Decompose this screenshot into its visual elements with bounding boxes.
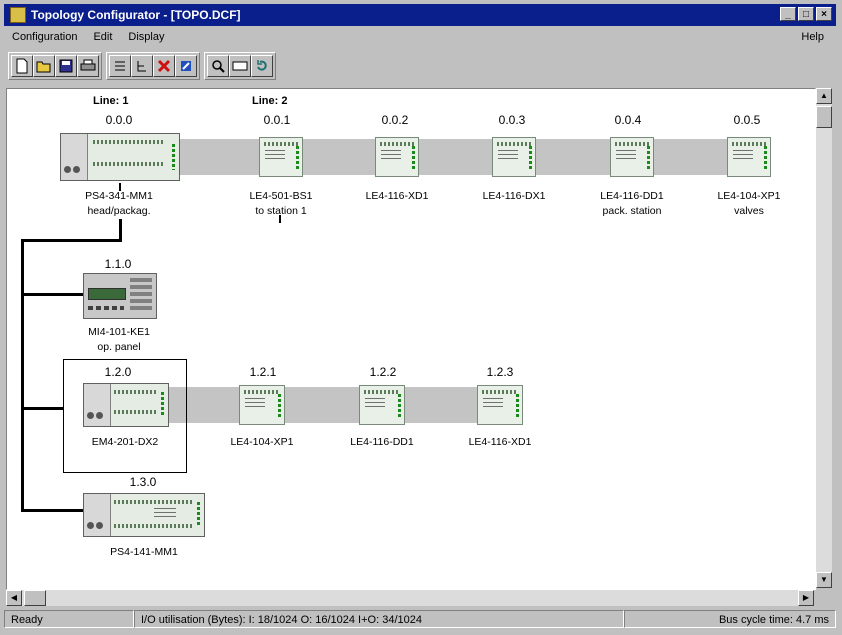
- menu-configuration[interactable]: Configuration: [4, 31, 85, 43]
- connector-marker: [119, 183, 121, 191]
- station-module-ps4-341[interactable]: [60, 133, 180, 181]
- bus-wire: [21, 239, 122, 242]
- refresh-icon[interactable]: [251, 55, 273, 77]
- station-address: 0.0.1: [263, 113, 291, 127]
- maximize-button[interactable]: □: [798, 7, 814, 21]
- station-module-ps4-141[interactable]: [83, 493, 205, 537]
- station-description: pack. station: [602, 205, 662, 217]
- station-description: to station 1: [255, 205, 307, 217]
- station-name: LE4-104-XP1: [717, 190, 781, 202]
- station-description: op. panel: [97, 341, 141, 353]
- station-name: PS4-341-MM1: [85, 190, 153, 202]
- station-module-le4-104-xp1[interactable]: [727, 137, 771, 177]
- new-icon[interactable]: [11, 55, 33, 77]
- station-address: 1.1.0: [104, 257, 132, 271]
- topology-configurator-window: Topology Configurator - [TOPO.DCF] _ □ ×…: [0, 0, 842, 635]
- scroll-up-button[interactable]: ▲: [816, 88, 832, 104]
- scroll-thumb-horizontal[interactable]: [24, 590, 46, 606]
- status-bus-cycle-time: Bus cycle time: 4.7 ms: [624, 610, 836, 628]
- toolbar-group-edit: [106, 52, 200, 80]
- station-address: 0.0.0: [105, 113, 133, 127]
- zoom-icon[interactable]: [207, 55, 229, 77]
- station-name: LE4-116-DD1: [600, 190, 664, 202]
- menu-bar: Configuration Edit Display Help: [4, 28, 836, 46]
- open-icon[interactable]: [33, 55, 55, 77]
- station-module-em4-201[interactable]: [83, 383, 169, 427]
- station-module-le4-104-xp1[interactable]: [239, 385, 285, 425]
- window-title: Topology Configurator - [TOPO.DCF]: [31, 8, 241, 22]
- station-name: LE4-501-BS1: [249, 190, 313, 202]
- line-1-label: Line: 1: [93, 95, 129, 107]
- station-name: LE4-104-XP1: [230, 436, 294, 448]
- view-icon[interactable]: [229, 55, 251, 77]
- tree-icon[interactable]: [131, 55, 153, 77]
- bus-line-1-2: [157, 387, 517, 423]
- bus-wire: [21, 509, 83, 512]
- station-name: LE4-116-XD1: [365, 190, 429, 202]
- toolbar: [8, 50, 280, 82]
- station-address: 0.0.3: [498, 113, 526, 127]
- station-description: head/packag.: [87, 205, 151, 217]
- scroll-down-button[interactable]: ▼: [816, 572, 832, 588]
- operator-panel-mi4-101[interactable]: [83, 273, 157, 319]
- title-bar[interactable]: Topology Configurator - [TOPO.DCF] _ □ ×: [4, 4, 836, 26]
- scroll-left-button[interactable]: ◀: [6, 590, 22, 606]
- station-description: valves: [734, 205, 764, 217]
- status-bar: Ready I/O utilisation (Bytes): I: 18/102…: [4, 610, 836, 630]
- station-name: PS4-141-MM1: [110, 546, 178, 558]
- station-address: 1.2.1: [249, 365, 277, 379]
- vertical-scrollbar[interactable]: ▲ ▼: [816, 88, 832, 588]
- topology-canvas[interactable]: Line: 1 Line: 2 0.0.0 PS4-341-MM1 head/p…: [6, 88, 816, 590]
- print-icon[interactable]: [77, 55, 99, 77]
- station-module-le4-116-dx1[interactable]: [492, 137, 536, 177]
- station-name: LE4-116-DX1: [482, 190, 546, 202]
- station-module-le4-116-xd1[interactable]: [375, 137, 419, 177]
- close-button[interactable]: ×: [816, 7, 832, 21]
- station-address: 0.0.4: [614, 113, 642, 127]
- scroll-right-button[interactable]: ▶: [798, 590, 814, 606]
- minimize-button[interactable]: _: [780, 7, 796, 21]
- status-io-utilisation: I/O utilisation (Bytes): I: 18/1024 O: 1…: [134, 610, 624, 628]
- station-address: 1.2.2: [369, 365, 397, 379]
- station-name: LE4-116-DD1: [350, 436, 414, 448]
- station-module-le4-501[interactable]: [259, 137, 303, 177]
- station-name: MI4-101-KE1: [88, 326, 150, 338]
- station-module-le4-116-dd1[interactable]: [610, 137, 654, 177]
- tools-icon[interactable]: [175, 55, 197, 77]
- station-name: EM4-201-DX2: [91, 436, 159, 448]
- station-address: 1.2.3: [486, 365, 514, 379]
- menu-display[interactable]: Display: [120, 31, 172, 43]
- station-module-le4-116-dd1[interactable]: [359, 385, 405, 425]
- save-icon[interactable]: [55, 55, 77, 77]
- status-ready: Ready: [4, 610, 134, 628]
- bus-wire-main: [21, 239, 24, 511]
- station-address: 1.2.0: [104, 365, 132, 379]
- app-icon: [10, 7, 26, 23]
- scroll-thumb-vertical[interactable]: [816, 106, 832, 128]
- station-name: LE4-116-XD1: [468, 436, 532, 448]
- line-2-label: Line: 2: [252, 95, 288, 107]
- list-icon[interactable]: [109, 55, 131, 77]
- toolbar-group-file: [8, 52, 102, 80]
- connector-marker: [279, 215, 281, 223]
- toolbar-group-view: [204, 52, 276, 80]
- station-module-le4-116-xd1[interactable]: [477, 385, 523, 425]
- station-address: 0.0.5: [733, 113, 761, 127]
- station-address: 1.3.0: [129, 475, 157, 489]
- station-address: 0.0.2: [381, 113, 409, 127]
- menu-edit[interactable]: Edit: [85, 31, 120, 43]
- bus-wire: [119, 219, 122, 241]
- delete-icon[interactable]: [153, 55, 175, 77]
- bus-wire: [21, 293, 83, 296]
- horizontal-scrollbar[interactable]: ◀ ▶: [6, 590, 814, 606]
- menu-help[interactable]: Help: [793, 31, 832, 43]
- bus-wire: [21, 407, 63, 410]
